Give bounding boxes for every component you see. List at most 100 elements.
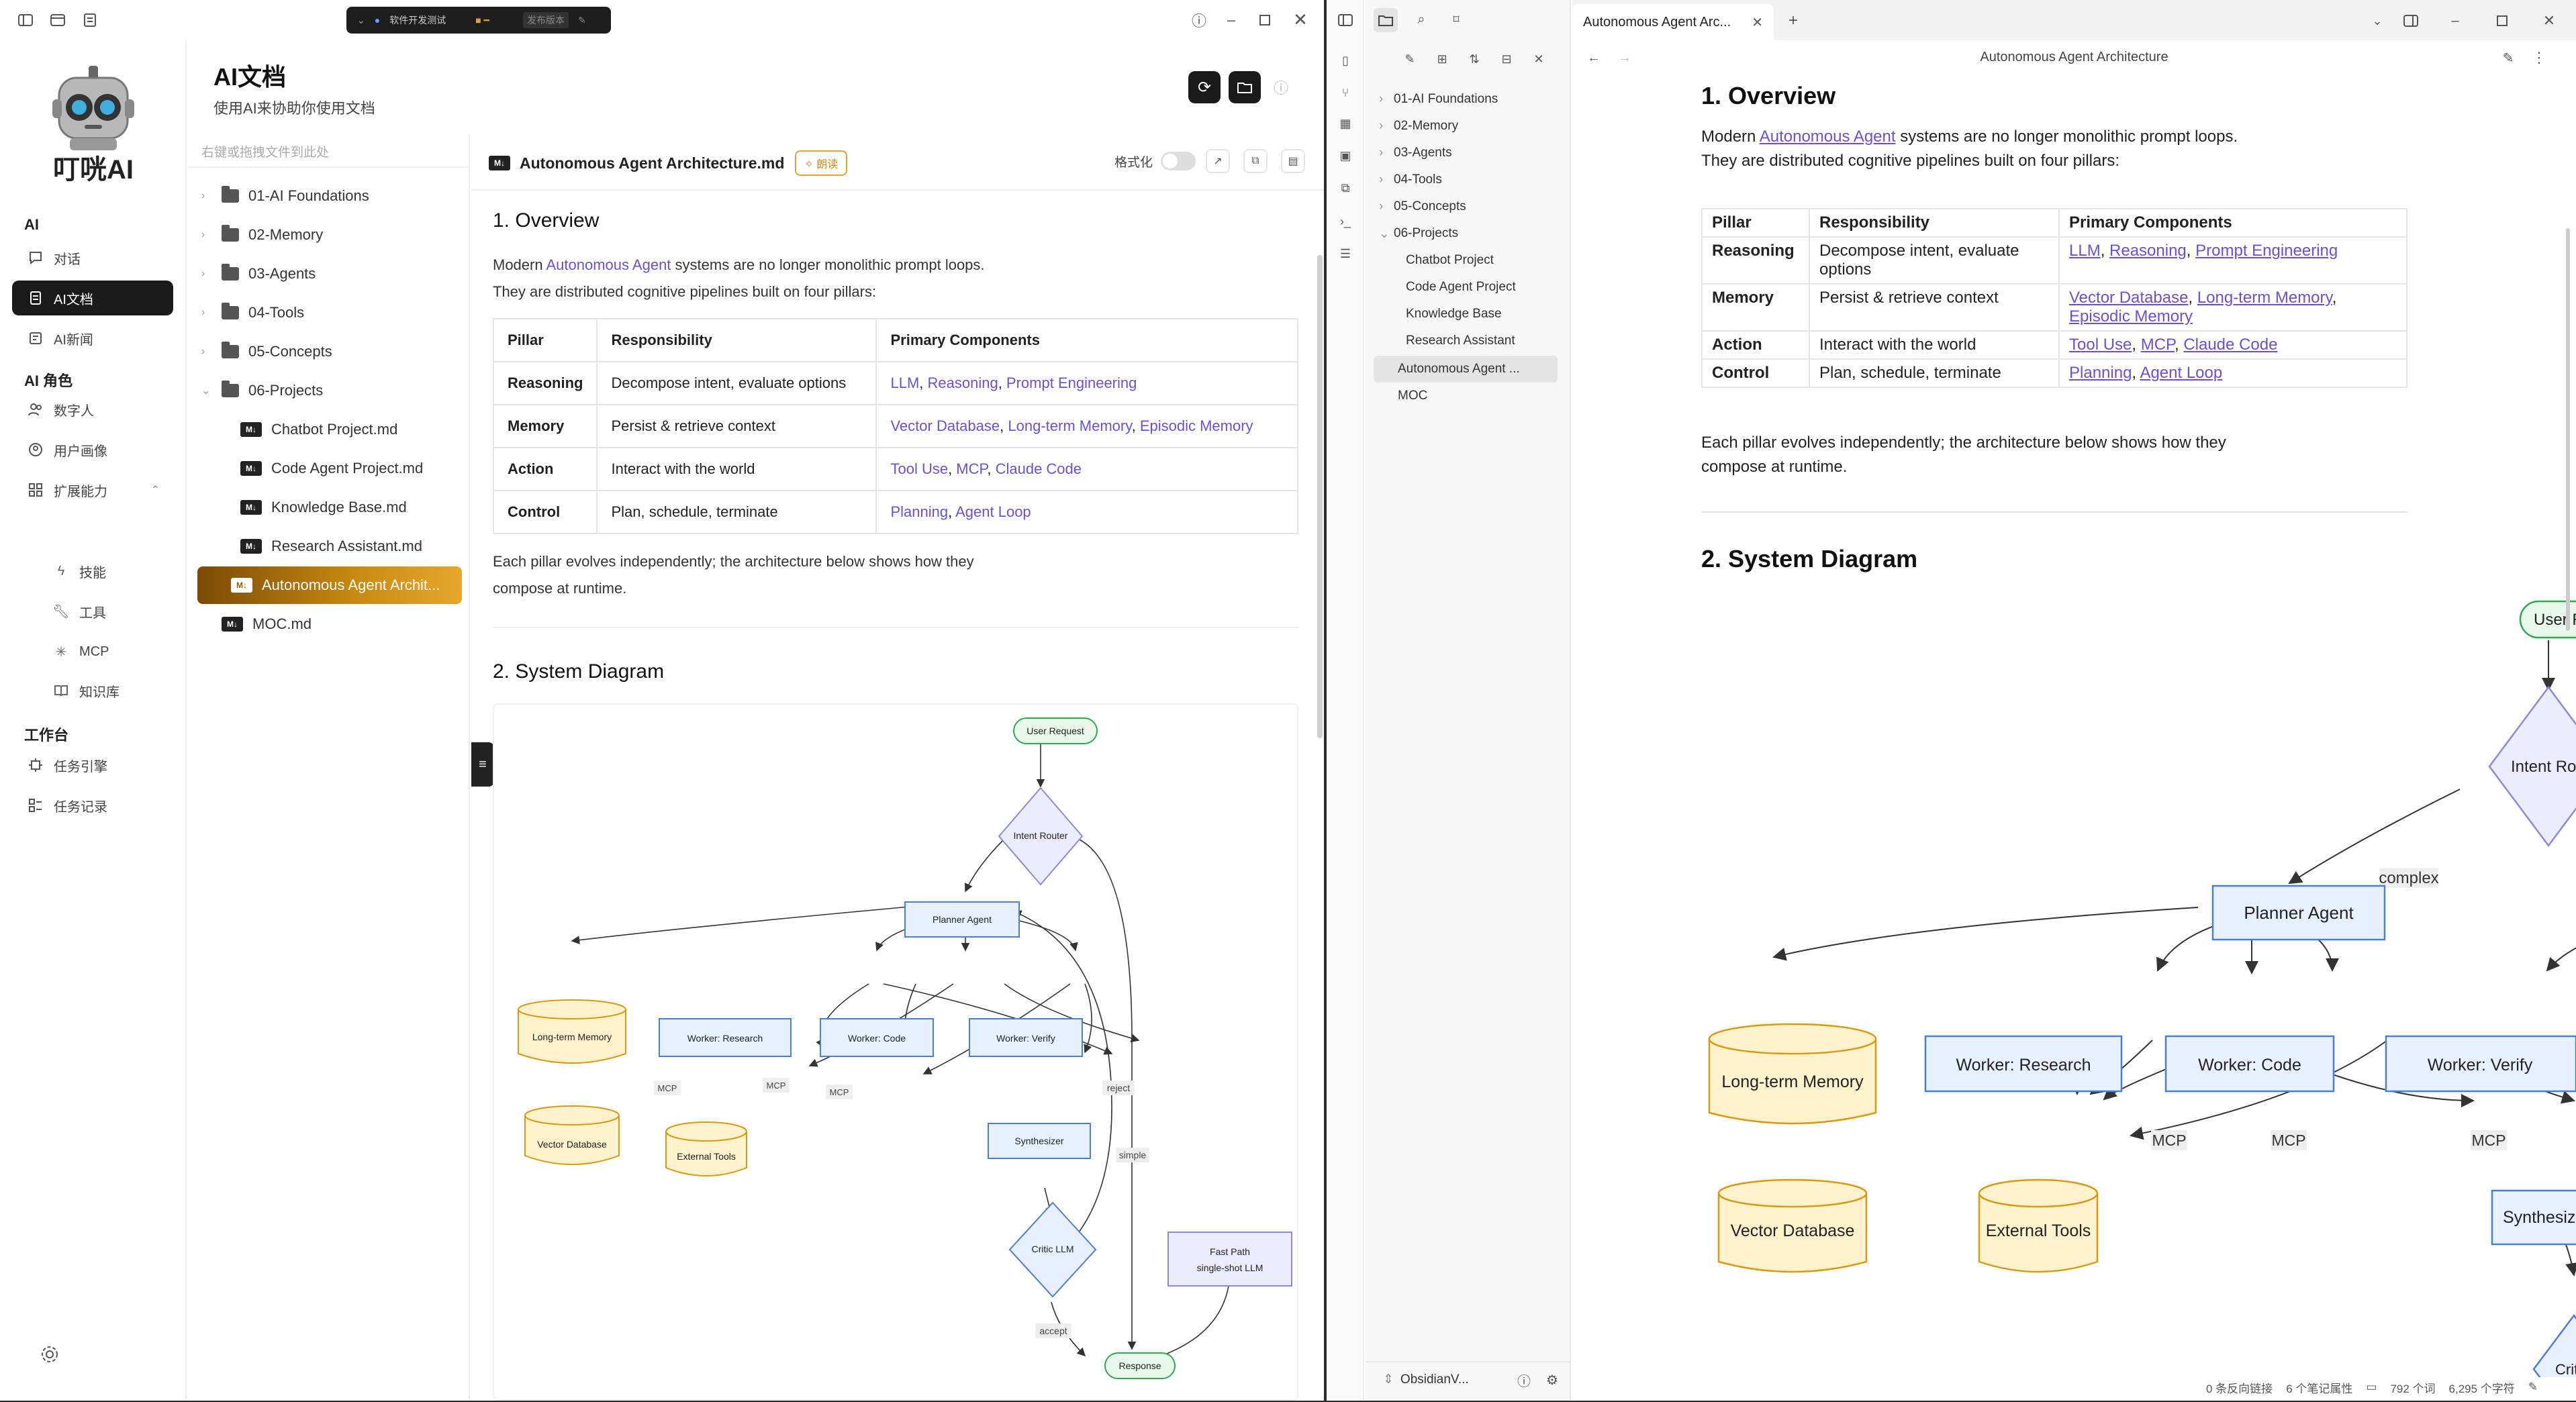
component-link[interactable]: Planning — [2069, 364, 2132, 382]
chevron-down-icon[interactable]: ⌄ — [2367, 11, 2387, 31]
explorer-file[interactable]: Research Assistant — [1366, 328, 1571, 354]
chevron-right-icon[interactable]: › — [1379, 199, 1394, 214]
explorer-file[interactable]: Code Agent Project — [1366, 274, 1571, 301]
terminal-icon[interactable]: ›_ — [1336, 212, 1355, 231]
new-folder-icon[interactable]: ⊞ — [1433, 50, 1451, 68]
explorer-folder[interactable]: › 02-Memory — [1366, 113, 1571, 140]
chevron-right-icon[interactable]: › — [201, 268, 222, 280]
component-link[interactable]: Prompt Engineering — [2195, 242, 2338, 260]
autonomous-agent-link[interactable]: Autonomous Agent — [546, 256, 671, 273]
list-icon[interactable]: ☰ — [1336, 244, 1355, 263]
tab-close-icon[interactable]: ✕ — [1752, 14, 1763, 31]
sidebar-right-icon[interactable] — [2401, 11, 2421, 31]
open-folder-button[interactable] — [1229, 71, 1261, 103]
explorer-folder[interactable]: › 05-Concepts — [1366, 193, 1571, 220]
format-toggle[interactable]: 格式化 — [1114, 152, 1196, 170]
chevron-right-icon[interactable]: › — [1379, 172, 1394, 187]
edit-icon[interactable]: ✎ — [578, 15, 586, 26]
explorer-folder[interactable]: › 01-AI Foundations — [1366, 86, 1571, 113]
component-link[interactable]: MCP — [2141, 336, 2175, 354]
nav-ai-news[interactable]: AI新闻 — [12, 321, 173, 356]
component-link[interactable]: Vector Database — [890, 417, 1000, 434]
nav-extensions[interactable]: 扩展能力 ⌃ — [12, 472, 173, 507]
chevron-down-icon[interactable]: ⌄ — [357, 15, 365, 26]
chevron-right-icon[interactable]: › — [1379, 146, 1394, 160]
tree-folder[interactable]: › 05-Concepts — [188, 333, 470, 370]
backlinks-count[interactable]: 0 条反向链接 — [2206, 1379, 2273, 1396]
component-link[interactable]: Planning — [890, 503, 948, 520]
help-icon[interactable]: ⓘ — [1190, 11, 1208, 30]
calendar-icon[interactable]: ▣ — [1336, 146, 1355, 165]
component-link[interactable]: Agent Loop — [2140, 364, 2222, 382]
component-link[interactable]: Claude Code — [996, 460, 1082, 477]
save-icon[interactable]: ▤ — [1281, 149, 1305, 173]
nav-chat[interactable]: 对话 — [12, 240, 173, 275]
format-switch[interactable] — [1161, 152, 1196, 170]
tree-file[interactable]: M↓ Chatbot Project.md — [188, 411, 470, 448]
bookmark-icon[interactable]: ⌑ — [1446, 9, 1466, 30]
refresh-button[interactable]: ⟳ — [1188, 71, 1221, 103]
edit-mode-icon[interactable]: ✎ — [2528, 1381, 2538, 1394]
window-icon[interactable] — [48, 11, 67, 30]
chevron-up-icon[interactable]: ⌃ — [151, 483, 160, 497]
component-link[interactable]: Long-term Memory — [2197, 289, 2332, 307]
nav-skills[interactable]: ϟ 技能 — [52, 554, 106, 588]
chevron-right-icon[interactable]: › — [201, 229, 222, 241]
sort-icon[interactable]: ⇅ — [1465, 50, 1484, 68]
component-link[interactable]: Prompt Engineering — [1006, 374, 1137, 391]
collapse-icon[interactable]: ⊟ — [1497, 50, 1516, 68]
search-icon[interactable]: ⌕ — [1411, 9, 1431, 30]
component-link[interactable]: Episodic Memory — [2069, 307, 2193, 326]
folder-icon[interactable] — [1374, 8, 1398, 32]
component-link[interactable]: Agent Loop — [955, 503, 1031, 520]
explorer-file[interactable]: Knowledge Base — [1366, 301, 1571, 328]
sidebar-toggle-icon[interactable] — [1336, 11, 1355, 30]
properties-count[interactable]: 6 个笔记属性 — [2286, 1379, 2352, 1396]
chevron-right-icon[interactable]: › — [1379, 92, 1394, 107]
book-icon[interactable]: ▭ — [2366, 1381, 2377, 1394]
chevron-right-icon[interactable]: › — [1379, 119, 1394, 134]
copy-icon[interactable]: ⧉ — [1336, 179, 1355, 197]
component-link[interactable]: Reasoning — [928, 374, 998, 391]
open-external-icon[interactable]: ↗ — [1206, 149, 1230, 173]
component-link[interactable]: MCP — [956, 460, 987, 477]
explorer-file[interactable]: Chatbot Project — [1366, 247, 1571, 274]
tree-folder[interactable]: › 01-AI Foundations — [188, 177, 470, 215]
component-link[interactable]: Vector Database — [2069, 289, 2188, 307]
chevron-right-icon[interactable]: › — [201, 307, 222, 319]
nav-task-engine[interactable]: 任务引擎 — [12, 748, 173, 783]
scrollbar[interactable] — [2566, 228, 2570, 631]
env-badge[interactable]: 软件开发测试 — [389, 13, 446, 27]
canvas-icon[interactable]: ▦ — [1336, 114, 1355, 133]
explorer-folder[interactable]: › 03-Agents — [1366, 140, 1571, 166]
new-note-icon[interactable]: ✎ — [1400, 50, 1419, 68]
explorer-folder[interactable]: › 04-Tools — [1366, 166, 1571, 193]
chevron-right-icon[interactable]: › — [201, 190, 222, 202]
help-icon[interactable]: ⓘ — [1515, 1370, 1533, 1389]
tree-folder[interactable]: › 02-Memory — [188, 216, 470, 254]
settings-icon[interactable]: ⚙ — [1543, 1370, 1562, 1389]
tree-folder-open[interactable]: ⌄ 06-Projects — [188, 372, 470, 409]
vault-switcher[interactable]: ⇕ ObsidianV... — [1383, 1372, 1469, 1387]
component-link[interactable]: LLM — [2069, 242, 2101, 260]
more-options-icon[interactable]: ⋮ — [2530, 48, 2548, 67]
close-icon[interactable]: ✕ — [1290, 9, 1310, 30]
new-tab-icon[interactable]: + — [1783, 11, 1803, 31]
edit-icon[interactable]: ✎ — [2499, 48, 2518, 67]
nav-user-profile[interactable]: 用户画像 — [12, 432, 173, 467]
maximize-icon[interactable] — [2492, 11, 2512, 31]
explorer-folder-open[interactable]: ⌄ 06-Projects — [1366, 220, 1571, 247]
file-icon[interactable]: ▯ — [1336, 51, 1355, 70]
nav-digital-human[interactable]: 数字人 — [12, 392, 173, 427]
read-aloud-button[interactable]: ✧ 朗读 — [795, 150, 848, 176]
info-icon[interactable]: ⓘ — [1270, 77, 1292, 98]
scrollbar[interactable] — [1317, 255, 1323, 738]
tree-file[interactable]: M↓ Knowledge Base.md — [188, 489, 470, 526]
tree-file[interactable]: M↓ Research Assistant.md — [188, 528, 470, 565]
minimize-icon[interactable]: – — [2445, 11, 2465, 31]
component-link[interactable]: Long-term Memory — [1008, 417, 1131, 434]
notes-icon[interactable] — [81, 11, 99, 30]
component-link[interactable]: Reasoning — [2109, 242, 2187, 260]
note-tab[interactable]: Autonomous Agent Arc... ✕ — [1572, 4, 1774, 40]
graph-icon[interactable]: ⑂ — [1336, 83, 1355, 102]
